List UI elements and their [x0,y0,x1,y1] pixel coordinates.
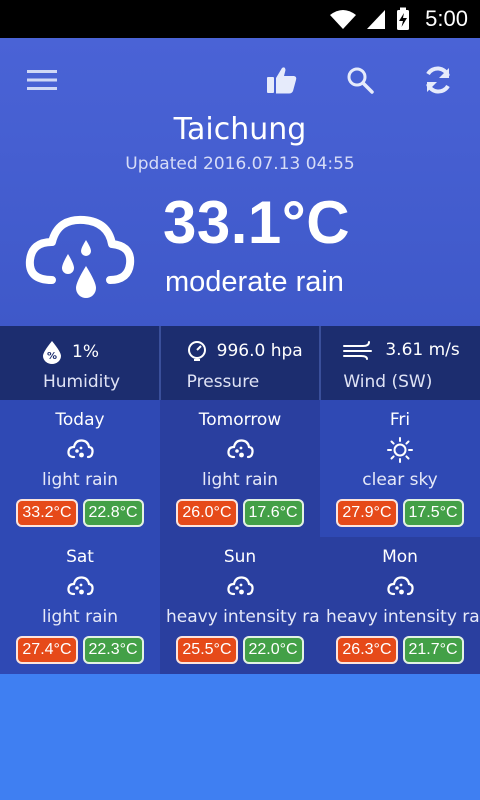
menu-button[interactable] [22,60,62,100]
rain-cloud-icon [227,439,254,459]
status-time: 5:00 [425,6,468,31]
svg-text:%: % [47,351,57,362]
low-temp-badge: 22.8°C [82,499,144,527]
rain-cloud-icon [227,576,254,596]
forecast-condition: light rain [42,607,118,627]
search-button[interactable] [340,60,380,100]
forecast-sun[interactable]: Sun heavy intensity rain 25.5°C 22.0°C [160,537,320,674]
search-icon [347,67,374,94]
wind-value: 3.61 m/s [385,340,460,360]
forecast-day: Sun [223,547,257,567]
forecast-today[interactable]: Today light rain 33.2°C 22.8°C [0,400,160,537]
like-button[interactable] [262,60,302,100]
forecast-day: Mon [382,547,418,567]
stat-wind: 3.61 m/s Wind (SW) [321,326,480,400]
current-description: moderate rain [165,266,344,298]
sun-icon [387,437,413,463]
forecast-fri[interactable]: Fri clear sky 27.9°C 17.5°C [320,400,480,537]
forecast-condition: light rain [202,470,278,490]
pressure-value: 996.0 hpa [216,341,303,361]
low-temp-badge: 17.6°C [242,499,304,527]
updated-timestamp: Updated 2016.07.13 04:55 [125,154,355,174]
stat-pressure: 996.0 hpa Pressure [161,326,322,400]
forecast-day: Tomorrow [198,410,282,430]
high-temp-badge: 27.9°C [336,499,398,527]
current-temperature: 33.1°C [163,189,351,256]
high-temp-badge: 25.5°C [176,636,238,664]
stat-humidity: % 1% Humidity [0,326,161,400]
high-temp-badge: 33.2°C [16,499,78,527]
humidity-label: Humidity [43,372,121,392]
city-name: Taichung [173,112,307,147]
forecast-day: Sat [66,547,94,567]
low-temp-badge: 17.5°C [402,499,464,527]
forecast-condition: heavy intensity rain [326,607,480,627]
forecast-tomorrow[interactable]: Tomorrow light rain 26.0°C 17.6°C [160,400,320,537]
status-icons: 5:00 [329,6,468,32]
stats-bar: % 1% Humidity 996.0 hpa Pressure 3.61 m/… [0,326,480,400]
low-temp-badge: 22.0°C [242,636,304,664]
forecast-sat[interactable]: Sat light rain 27.4°C 22.3°C [0,537,160,674]
forecast-mon[interactable]: Mon heavy intensity rain 26.3°C 21.7°C [320,537,480,674]
status-bar: 5:00 [0,0,480,38]
rain-cloud-icon [25,215,135,298]
rain-cloud-icon [67,576,94,596]
humidity-icon: % [43,341,61,364]
refresh-button[interactable] [418,60,458,100]
weather-app: Taichung Updated 2016.07.13 04:55 33.1°C… [0,38,480,674]
hamburger-menu-icon [27,70,57,90]
high-temp-badge: 26.0°C [176,499,238,527]
thumbs-up-icon [267,67,297,94]
forecast-grid: Today light rain 33.2°C 22.8°C Tomorrow … [0,400,480,674]
low-temp-badge: 21.7°C [402,636,464,664]
wind-label: Wind (SW) [343,372,433,392]
forecast-condition: heavy intensity rain [166,607,320,627]
wind-icon [343,341,373,360]
pressure-gauge-icon [187,341,206,361]
rain-cloud-icon [387,576,414,596]
signal-icon [367,10,386,29]
low-temp-badge: 22.3°C [82,636,144,664]
forecast-condition: light rain [42,470,118,490]
pressure-label: Pressure [186,372,260,392]
high-temp-badge: 26.3°C [336,636,398,664]
rain-cloud-icon [67,439,94,459]
forecast-day: Today [55,410,105,430]
refresh-icon [426,66,450,94]
forecast-condition: clear sky [362,470,438,490]
forecast-day: Fri [389,410,411,430]
wifi-icon [330,10,357,29]
humidity-value: 1% [72,342,99,362]
battery-charging-icon [397,7,410,30]
high-temp-badge: 27.4°C [16,636,78,664]
